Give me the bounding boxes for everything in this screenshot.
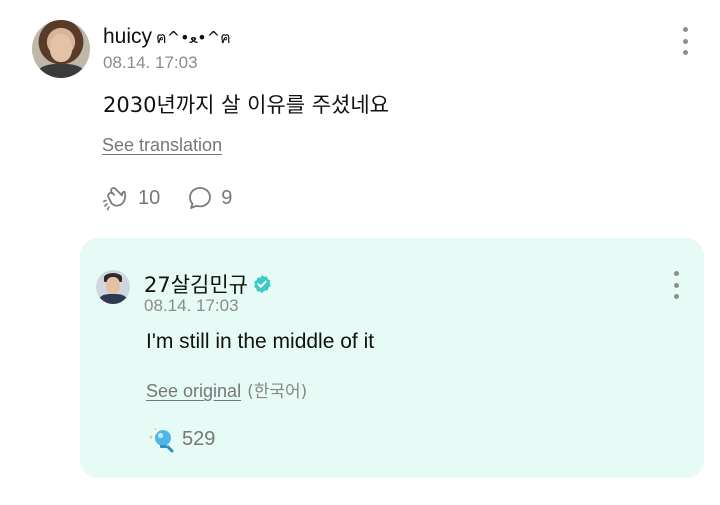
reply-avatar[interactable] (96, 270, 130, 304)
post-content: 2030년까지 살 이유를 주셨네요 (103, 93, 389, 117)
avatar-shirt (38, 64, 84, 78)
post-timestamp: 08.14. 17:03 (103, 53, 198, 72)
reply-like-button[interactable]: 529 (146, 425, 215, 453)
reply-timestamp: 08.14. 17:03 (144, 296, 239, 315)
see-original-link[interactable]: See original (146, 381, 241, 401)
user-avatar[interactable] (32, 20, 90, 78)
reply-like-count: 529 (182, 427, 216, 450)
like-button[interactable]: 10 (103, 184, 160, 212)
original-language-label: (한국어) (247, 382, 308, 402)
fan-post: huicy ฅ^•ﻌ•^ฅ 08.14. 17:03 2030년까지 살 이유를 … (0, 0, 720, 230)
artist-reply-card: 27살김민규 08.14. 17:03 I'm still in the mid… (80, 238, 704, 478)
post-username[interactable]: huicy ฅ^•ﻌ•^ฅ (103, 25, 231, 51)
avatar-face (50, 34, 72, 62)
see-original-row: See original (한국어) (146, 377, 307, 402)
reply-more-menu-icon[interactable] (671, 271, 681, 299)
like-count: 10 (138, 186, 161, 209)
see-translation-link[interactable]: See translation (102, 135, 222, 156)
verified-badge-icon (254, 275, 271, 293)
reply-content: I'm still in the middle of it (146, 330, 375, 353)
comment-count: 9 (221, 186, 233, 209)
post-username-decoration: ฅ^•ﻌ•^ฅ (156, 28, 231, 47)
speech-bubble-icon (189, 187, 212, 209)
hand-wave-icon (103, 187, 127, 211)
sparkle-lightbulb-icon (149, 427, 174, 453)
post-more-menu-icon[interactable] (680, 27, 690, 55)
reply-avatar-suit (99, 294, 127, 304)
reply-username-text: 27살김민규 (144, 273, 249, 297)
post-username-text: huicy (103, 25, 153, 48)
comment-button[interactable]: 9 (186, 184, 232, 212)
post-actions: 10 9 (103, 184, 258, 212)
reply-username[interactable]: 27살김민규 (144, 269, 272, 299)
reply-avatar-face (106, 277, 120, 294)
